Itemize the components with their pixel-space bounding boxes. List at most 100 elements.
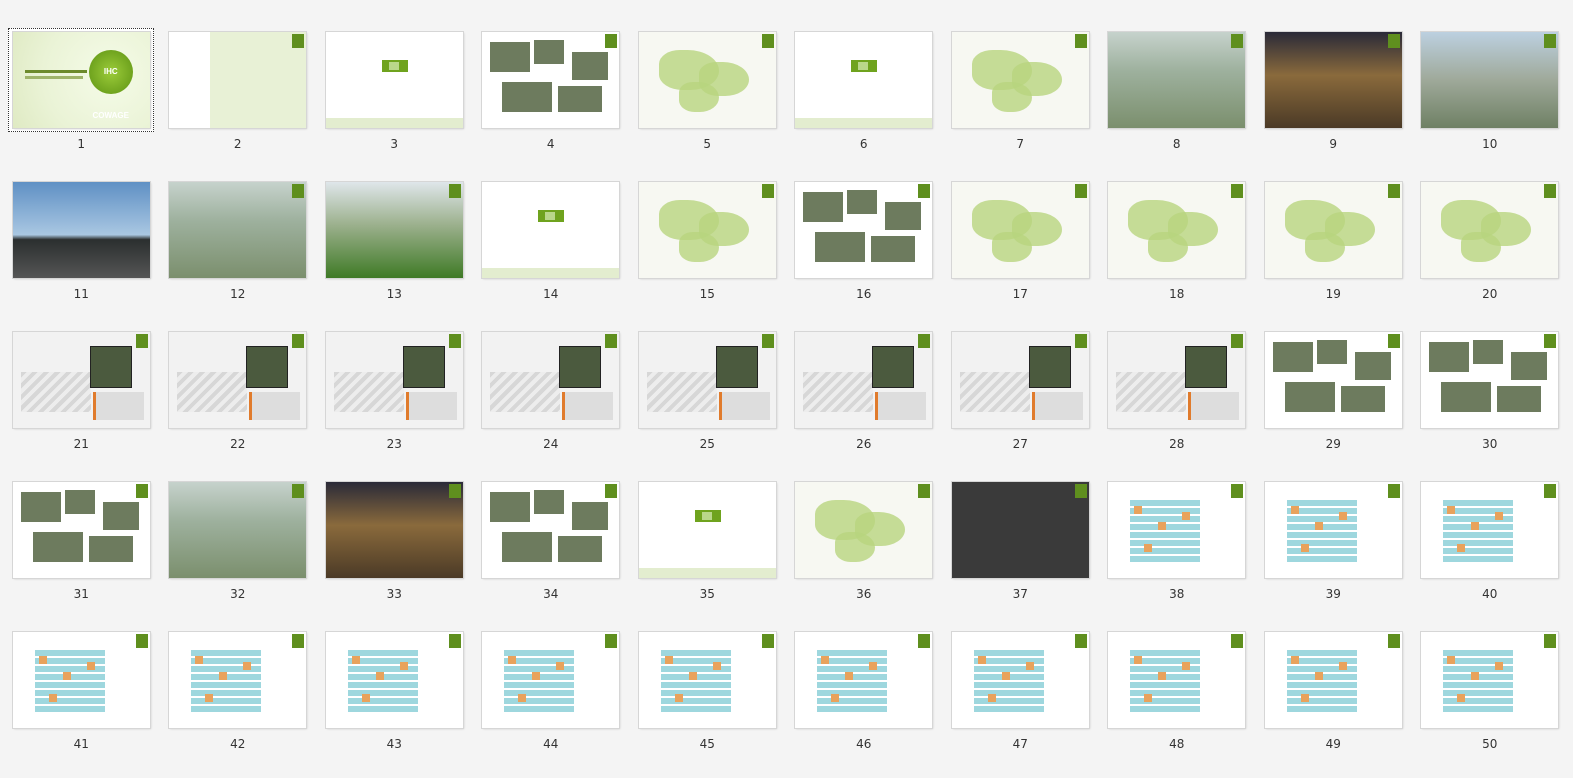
collage-photo [847, 190, 878, 214]
diagram-part [405, 392, 457, 420]
slide-number-label: 19 [1325, 287, 1341, 301]
slide-thumbnail[interactable]: 9 [1255, 28, 1412, 178]
map-area [1148, 232, 1189, 262]
slide-thumbnail[interactable]: 29 [1255, 328, 1412, 478]
slide-preview-image [1108, 182, 1246, 278]
slide-thumbnail[interactable]: 2 [160, 28, 317, 178]
slide-thumbnail[interactable]: 4 [473, 28, 630, 178]
corner-badge [448, 484, 461, 498]
slide-number-label: 42 [230, 737, 246, 751]
slide-thumbnail[interactable]: 45 [629, 628, 786, 778]
corner-badge [1544, 634, 1557, 648]
slide-thumbnail[interactable]: 15 [629, 178, 786, 328]
thumbnail-frame [1104, 28, 1250, 132]
plan-unit [518, 694, 527, 702]
slide-thumbnail[interactable]: 31 [3, 478, 160, 628]
collage-photo [1316, 340, 1347, 364]
slide-number-label: 46 [856, 737, 872, 751]
slide-thumbnail[interactable]: 20 [1412, 178, 1569, 328]
collage-photo [815, 232, 866, 262]
slide-thumbnail[interactable]: 25 [629, 328, 786, 478]
slide-thumbnail[interactable]: 38 [1099, 478, 1256, 628]
collage-photo [558, 536, 603, 562]
slide-thumbnail[interactable]: 21 [3, 328, 160, 478]
slide-thumbnail[interactable]: IHC COWAGE 1 [3, 28, 160, 178]
diagram-part [490, 372, 561, 412]
slide-preview-image [12, 182, 150, 278]
diagram-part [803, 372, 874, 412]
slide-thumbnail[interactable]: 5 [629, 28, 786, 178]
slide-thumbnail[interactable]: 32 [160, 478, 317, 628]
plan-unit [1144, 544, 1153, 552]
slide-thumbnail[interactable]: 42 [160, 628, 317, 778]
slide-number-label: 37 [1012, 587, 1028, 601]
slide-thumbnail[interactable]: 50 [1412, 628, 1569, 778]
slide-preview-image [169, 182, 307, 278]
plan-unit [664, 656, 673, 664]
slide-thumbnail[interactable]: 41 [3, 628, 160, 778]
corner-badge [918, 184, 931, 198]
slide-thumbnail[interactable]: 34 [473, 478, 630, 628]
slide-thumbnail[interactable]: 26 [786, 328, 943, 478]
slide-thumbnail-grid: IHC COWAGE 1 2 3 4 5 6 7 8 9 10 11 12 13 14 15 16 17 18 19 2… [0, 0, 1573, 772]
slide-thumbnail[interactable]: 14 [473, 178, 630, 328]
slide-thumbnail[interactable]: 33 [316, 478, 473, 628]
slide-thumbnail[interactable]: 35 [629, 478, 786, 628]
slide-thumbnail[interactable]: 13 [316, 178, 473, 328]
diagram-part [875, 392, 927, 420]
slide-thumbnail[interactable]: 28 [1099, 328, 1256, 478]
slide-thumbnail[interactable]: 39 [1255, 478, 1412, 628]
plan-unit [532, 672, 541, 680]
slide-thumbnail[interactable]: 49 [1255, 628, 1412, 778]
slide-thumbnail[interactable]: 3 [316, 28, 473, 178]
slide-thumbnail[interactable]: 22 [160, 328, 317, 478]
slide-thumbnail[interactable]: 48 [1099, 628, 1256, 778]
slide-preview-image [1421, 332, 1559, 428]
plan-unit [1457, 544, 1466, 552]
corner-badge [918, 334, 931, 348]
slide-preview-image [951, 482, 1089, 578]
slide-thumbnail[interactable]: 19 [1255, 178, 1412, 328]
slide-thumbnail[interactable]: 10 [1412, 28, 1569, 178]
plan-unit [1134, 506, 1143, 514]
slide-thumbnail[interactable]: 47 [942, 628, 1099, 778]
corner-badge [292, 334, 305, 348]
thumbnail-frame [791, 328, 937, 432]
corner-badge [1074, 334, 1087, 348]
slide-thumbnail[interactable]: 40 [1412, 478, 1569, 628]
collage-photo [1354, 352, 1391, 380]
plan-unit [1447, 656, 1456, 664]
plan-unit [1134, 656, 1143, 664]
slide-preview-image [638, 182, 776, 278]
slide-thumbnail[interactable]: 8 [1099, 28, 1256, 178]
slide-thumbnail[interactable]: 6 [786, 28, 943, 178]
slide-number-label: 24 [543, 437, 559, 451]
slide-preview-image [325, 632, 463, 728]
slide-thumbnail[interactable]: 46 [786, 628, 943, 778]
slide-thumbnail[interactable]: 12 [160, 178, 317, 328]
plan-unit [869, 662, 878, 670]
slide-thumbnail[interactable]: 16 [786, 178, 943, 328]
slide-thumbnail[interactable]: 7 [942, 28, 1099, 178]
slide-number-label: 23 [386, 437, 402, 451]
slide-number-label: 8 [1172, 137, 1181, 151]
slide-thumbnail[interactable]: 36 [786, 478, 943, 628]
slide-thumbnail[interactable]: 27 [942, 328, 1099, 478]
slide-thumbnail[interactable]: 17 [942, 178, 1099, 328]
slide-thumbnail[interactable]: 18 [1099, 178, 1256, 328]
slide-number-label: 17 [1012, 287, 1028, 301]
slide-thumbnail[interactable]: 37 [942, 478, 1099, 628]
collage-photo [1473, 340, 1504, 364]
slide-thumbnail[interactable]: 30 [1412, 328, 1569, 478]
slide-preview-image [482, 32, 620, 128]
slide-thumbnail[interactable]: 43 [316, 628, 473, 778]
slide-thumbnail[interactable]: 24 [473, 328, 630, 478]
slide-thumbnail[interactable]: 44 [473, 628, 630, 778]
slide-thumbnail[interactable]: 23 [316, 328, 473, 478]
slide-thumbnail[interactable]: 11 [3, 178, 160, 328]
thumbnail-frame [947, 28, 1093, 132]
corner-badge [1544, 184, 1557, 198]
corner-badge [1231, 334, 1244, 348]
slide-preview-image [638, 32, 776, 128]
slide-preview-image [325, 482, 463, 578]
